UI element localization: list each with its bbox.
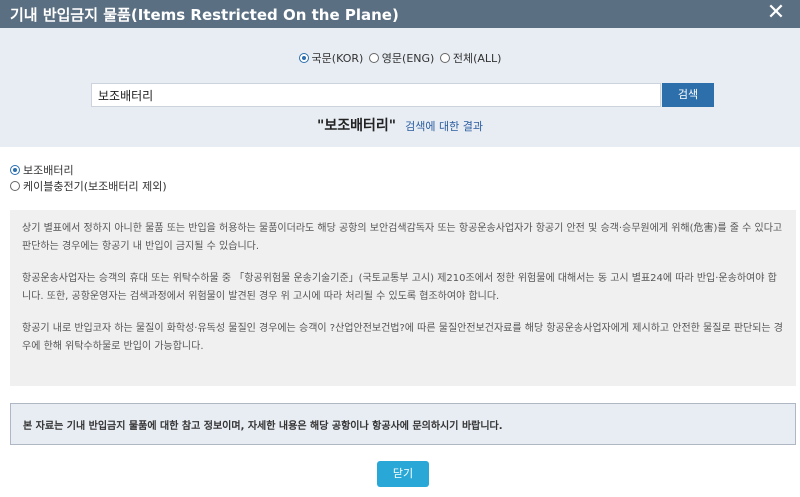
radio-icon[interactable] <box>10 181 20 191</box>
notice-box: 본 자료는 기내 반입금지 물품에 대한 참고 정보이며, 자세한 내용은 해당… <box>10 403 796 445</box>
radio-icon[interactable] <box>368 53 379 63</box>
language-selector: 국문(KOR) 영문(ENG) 전체(ALL) <box>0 50 800 66</box>
result-item-label: 보조배터리 <box>23 164 74 177</box>
search-input[interactable] <box>91 83 661 107</box>
info-paragraph: 항공운송사업자는 승객의 휴대 또는 위탁수하물 중 「항공위험물 운송기술기준… <box>22 273 777 302</box>
result-item-label: 케이블충전기(보조배터리 제외) <box>23 180 167 193</box>
search-panel: 국문(KOR) 영문(ENG) 전체(ALL) 검색 "보조배터리" 검색에 대… <box>0 28 800 147</box>
radio-icon[interactable] <box>439 53 450 63</box>
close-button[interactable]: 닫기 <box>377 461 429 487</box>
lang-option-label: 국문(KOR) <box>311 52 364 65</box>
dialog-title: 기내 반입금지 물품(Items Restricted On the Plane… <box>10 6 399 24</box>
result-item-cable-charger[interactable]: 케이블충전기(보조배터리 제외) <box>10 178 167 194</box>
info-box: 상기 별표에서 정하지 아니한 물품 또는 반입을 허용하는 물품이더라도 해당… <box>10 210 796 386</box>
lang-option-label: 전체(ALL) <box>452 52 502 65</box>
lang-option-kor[interactable]: 국문(KOR) <box>298 50 364 66</box>
lang-option-eng[interactable]: 영문(ENG) <box>368 50 435 66</box>
radio-icon[interactable] <box>298 53 309 63</box>
result-suffix: 검색에 대한 결과 <box>405 120 483 133</box>
result-list: 보조배터리 케이블충전기(보조배터리 제외) <box>10 162 167 194</box>
result-item-battery[interactable]: 보조배터리 <box>10 162 167 178</box>
lang-option-all[interactable]: 전체(ALL) <box>439 50 502 66</box>
close-icon[interactable]: ✕ <box>766 2 786 24</box>
search-button[interactable]: 검색 <box>662 83 714 107</box>
info-paragraph: 항공기 내로 반입코자 하는 물질이 화학성·유독성 물질인 경우에는 승객이 … <box>22 323 784 352</box>
info-paragraph: 상기 별표에서 정하지 아니한 물품 또는 반입을 허용하는 물품이더라도 해당… <box>22 223 783 252</box>
radio-icon[interactable] <box>10 165 20 175</box>
search-result-heading: "보조배터리" 검색에 대한 결과 <box>0 115 800 135</box>
dialog-header: 기내 반입금지 물품(Items Restricted On the Plane… <box>0 0 800 28</box>
result-term: "보조배터리" <box>317 118 397 134</box>
lang-option-label: 영문(ENG) <box>381 52 435 65</box>
